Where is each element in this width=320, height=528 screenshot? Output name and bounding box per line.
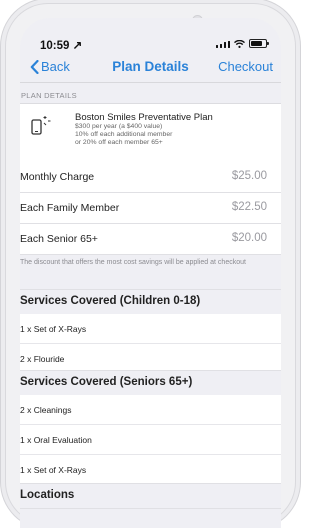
pricing-row-senior: Each Senior 65+ $20.00 [20, 224, 281, 255]
phone-sparkle-icon [31, 116, 51, 135]
plan-price-line: $300 per year (a $400 value) [75, 123, 163, 130]
list-item: 2 x Cleanings [20, 395, 281, 425]
plan-name: Boston Smiles Preventative Plan [75, 112, 213, 123]
section-header-children: Services Covered (Children 0-18) [20, 289, 281, 315]
section-title: Locations [20, 489, 75, 501]
pricing-row-monthly: Monthly Charge $25.00 [20, 162, 281, 193]
plan-details-label: PLAN DETAILS [21, 91, 77, 100]
service-label: 1 x Set of X-Rays [20, 324, 87, 334]
section-header-locations: Locations [20, 483, 281, 509]
pricing-label: Each Senior 65+ [20, 233, 98, 245]
plan-card: Boston Smiles Preventative Plan $300 per… [20, 103, 281, 163]
list-item: 1 x Oral Evaluation [20, 425, 281, 455]
section-title: Services Covered (Seniors 65+) [20, 376, 193, 388]
service-label: 2 x Flouride [20, 354, 65, 364]
pricing-value: $22.50 [231, 201, 267, 213]
list-item: 1 x Set of X-Rays [20, 314, 281, 344]
plan-discount-line-2: or 20% off each member 65+ [75, 139, 163, 146]
service-label: 1 x Set of X-Rays [20, 465, 87, 475]
service-label: 1 x Oral Evaluation [20, 435, 92, 445]
pricing-label: Each Family Member [20, 202, 120, 214]
section-header-seniors: Services Covered (Seniors 65+) [20, 370, 281, 396]
pricing-label: Monthly Charge [20, 171, 95, 183]
pricing-value: $20.00 [231, 232, 267, 244]
service-label: 2 x Cleanings [20, 405, 72, 415]
section-title: Services Covered (Children 0-18) [20, 295, 201, 307]
pricing-row-family: Each Family Member $22.50 [20, 193, 281, 224]
pricing-value: $25.00 [231, 170, 267, 182]
discount-note: The discount that offers the most cost s… [20, 259, 246, 266]
plan-discount-line-1: 10% off each additional member [75, 131, 173, 138]
list-item: 1 x Set of X-Rays [20, 455, 281, 485]
